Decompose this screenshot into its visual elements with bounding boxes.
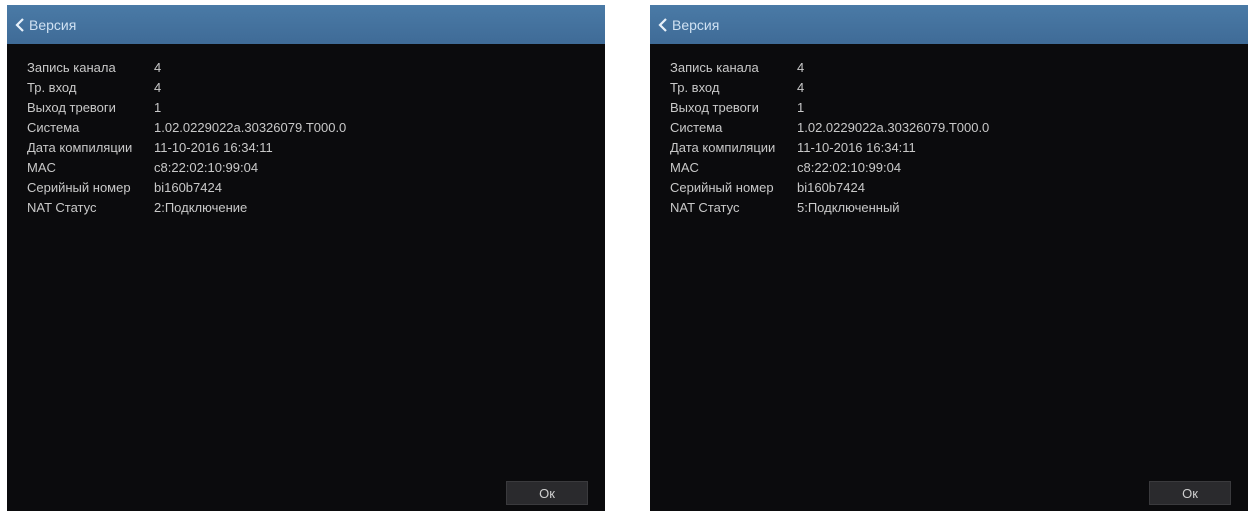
info-value: 4 <box>154 60 162 75</box>
info-row-alarm-input: Тр. вход 4 <box>670 78 989 98</box>
info-label: Серийный номер <box>670 180 774 195</box>
ok-button[interactable]: Ок <box>506 481 588 505</box>
titlebar: Версия <box>650 5 1248 44</box>
info-value: 2:Подключение <box>154 200 248 215</box>
info-row-channels: Запись канала 4 <box>670 58 989 78</box>
info-row-serial: Серийный номер bi160b7424 <box>27 178 346 198</box>
info-value: bi160b7424 <box>154 180 222 195</box>
back-button[interactable]: Версия <box>650 17 719 33</box>
info-label: Дата компиляции <box>670 140 776 155</box>
info-value: 4 <box>154 80 162 95</box>
info-label: NAT Статус <box>27 200 97 215</box>
window-title: Версия <box>29 16 77 33</box>
info-value: 1 <box>797 100 805 115</box>
info-label: MAC <box>27 160 56 175</box>
info-row-alarm-output: Выход тревоги 1 <box>670 98 989 118</box>
info-row-build-date: Дата компиляции 11-10-2016 16:34:11 <box>670 138 989 158</box>
info-value: 1 <box>154 100 162 115</box>
chevron-left-icon <box>656 17 670 33</box>
info-label: Выход тревоги <box>27 100 116 115</box>
info-row-system: Система 1.02.0229022a.30326079.T000.0 <box>27 118 346 138</box>
info-label: Система <box>27 120 80 135</box>
info-row-channels: Запись канала 4 <box>27 58 346 78</box>
back-button[interactable]: Версия <box>7 17 76 33</box>
info-value: c8:22:02:10:99:04 <box>797 160 902 175</box>
info-value: 5:Подключенный <box>797 200 900 215</box>
version-panel-right: Версия Запись канала 4 Тр. вход 4 Выход … <box>650 5 1248 511</box>
info-label: Дата компиляции <box>27 140 133 155</box>
info-row-system: Система 1.02.0229022a.30326079.T000.0 <box>670 118 989 138</box>
info-value: 11-10-2016 16:34:11 <box>154 140 273 155</box>
chevron-left-icon <box>13 17 27 33</box>
version-info-list: Запись канала 4 Тр. вход 4 Выход тревоги… <box>27 58 346 218</box>
info-label: Серийный номер <box>27 180 131 195</box>
info-value: 4 <box>797 60 805 75</box>
info-value: 1.02.0229022a.30326079.T000.0 <box>154 120 347 135</box>
ok-button[interactable]: Ок <box>1149 481 1231 505</box>
version-info-list: Запись канала 4 Тр. вход 4 Выход тревоги… <box>670 58 989 218</box>
info-row-alarm-input: Тр. вход 4 <box>27 78 346 98</box>
info-label: Тр. вход <box>27 80 77 95</box>
info-row-mac: MAC c8:22:02:10:99:04 <box>670 158 989 178</box>
info-row-mac: MAC c8:22:02:10:99:04 <box>27 158 346 178</box>
info-value: c8:22:02:10:99:04 <box>154 160 259 175</box>
info-row-nat-status: NAT Статус 5:Подключенный <box>670 198 989 218</box>
info-row-build-date: Дата компиляции 11-10-2016 16:34:11 <box>27 138 346 158</box>
info-value: bi160b7424 <box>797 180 865 195</box>
info-label: Тр. вход <box>670 80 720 95</box>
info-row-alarm-output: Выход тревоги 1 <box>27 98 346 118</box>
info-value: 1.02.0229022a.30326079.T000.0 <box>797 120 990 135</box>
info-label: NAT Статус <box>670 200 740 215</box>
version-panel-left: Версия Запись канала 4 Тр. вход 4 Выход … <box>7 5 605 511</box>
info-label: Выход тревоги <box>670 100 759 115</box>
window-title: Версия <box>672 16 720 33</box>
info-label: MAC <box>670 160 699 175</box>
info-label: Система <box>670 120 723 135</box>
info-row-serial: Серийный номер bi160b7424 <box>670 178 989 198</box>
info-row-nat-status: NAT Статус 2:Подключение <box>27 198 346 218</box>
info-label: Запись канала <box>27 60 116 75</box>
titlebar: Версия <box>7 5 605 44</box>
info-label: Запись канала <box>670 60 759 75</box>
info-value: 4 <box>797 80 805 95</box>
info-value: 11-10-2016 16:34:11 <box>797 140 916 155</box>
